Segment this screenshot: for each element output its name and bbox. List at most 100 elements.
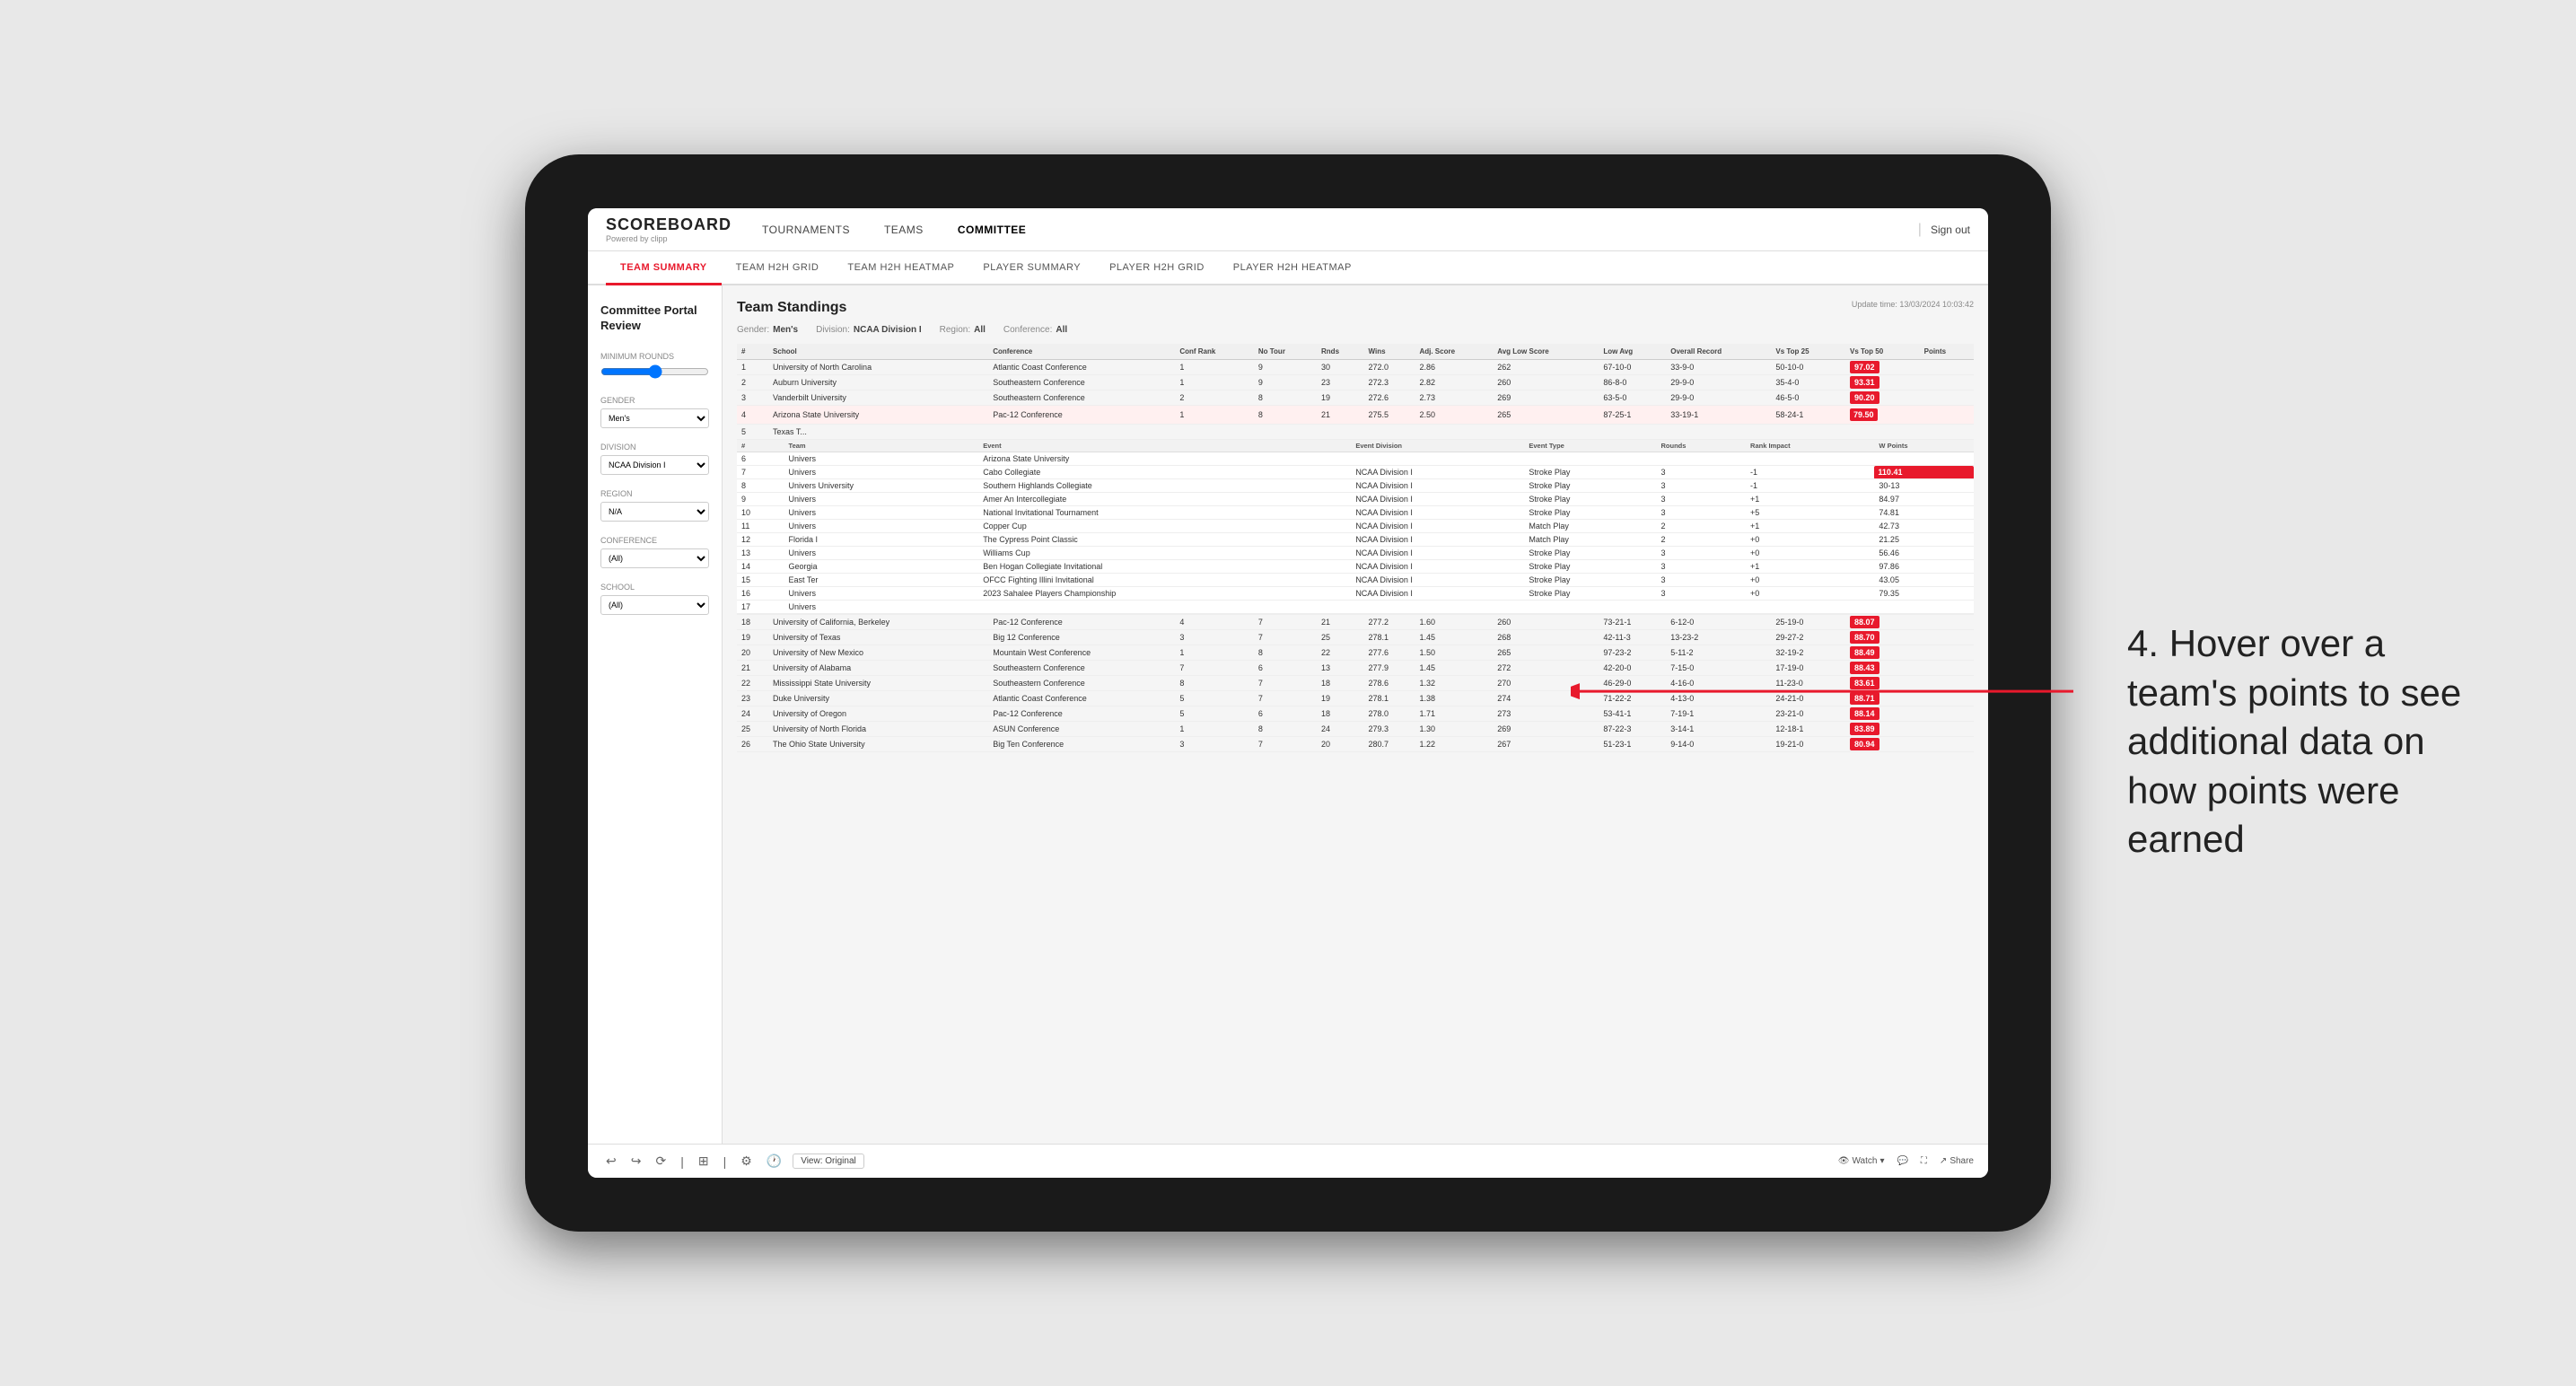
tab-player-h2h-grid[interactable]: PLAYER H2H GRID (1095, 251, 1219, 285)
col-no-tour: No Tour (1254, 344, 1317, 360)
points-badge[interactable]: 88.07 (1850, 616, 1879, 628)
annotation-text: 4. Hover over a team's points to see add… (2127, 619, 2468, 864)
table-row-highlighted[interactable]: 4 Arizona State University Pac-12 Confer… (737, 406, 1974, 425)
col-school: School (768, 344, 988, 360)
table-row[interactable]: 25University of North FloridaASUN Confer… (737, 722, 1974, 737)
points-badge[interactable]: 83.89 (1850, 723, 1879, 735)
sidebar-section-school: School (All) (600, 583, 709, 615)
share-icon: ↗ (1940, 1156, 1947, 1166)
filter-region: Region: All (940, 325, 986, 335)
col-adj-score: Adj. Score (1415, 344, 1493, 360)
redo-icon[interactable]: ↪ (627, 1152, 645, 1171)
tab-bar: TEAM SUMMARY TEAM H2H GRID TEAM H2H HEAT… (588, 251, 1988, 285)
inner-table-row[interactable]: 12Florida IThe Cypress Point ClassicNCAA… (737, 533, 1974, 547)
update-time: Update time: 13/03/2024 10:03:42 (1852, 300, 1974, 309)
col-overall: Overall Record (1666, 344, 1771, 360)
powered-by-text: Powered by clipp (606, 234, 732, 243)
sidebar-section-region: Region N/A (600, 489, 709, 522)
filter-division: Division: NCAA Division I (816, 325, 922, 335)
table-row[interactable]: 26The Ohio State UniversityBig Ten Confe… (737, 737, 1974, 752)
points-badge[interactable]: 93.31 (1850, 376, 1879, 389)
sidebar-label-conference: Conference (600, 536, 709, 545)
conference-select[interactable]: (All) (600, 548, 709, 568)
points-badge[interactable]: 88.70 (1850, 631, 1879, 644)
inner-table-row[interactable]: 7UniversCabo CollegiateNCAA Division ISt… (737, 466, 1974, 479)
points-badge[interactable]: 97.02 (1850, 361, 1879, 373)
settings-icon[interactable]: ⚙ (737, 1152, 756, 1171)
col-avg-low: Avg Low Score (1493, 344, 1599, 360)
sidebar-section-min-rounds: Minimum Rounds (600, 352, 709, 382)
tab-team-h2h-grid[interactable]: TEAM H2H GRID (722, 251, 834, 285)
tab-player-summary[interactable]: PLAYER SUMMARY (968, 251, 1095, 285)
filter-conference: Conference: All (1003, 325, 1067, 335)
report-header: Team Standings Update time: 13/03/2024 1… (737, 300, 1974, 316)
inner-table-row[interactable]: 10UniversNational Invitational Tournamen… (737, 506, 1974, 520)
table-row[interactable]: 2 Auburn University Southeastern Confere… (737, 375, 1974, 390)
col-conference: Conference (988, 344, 1175, 360)
separator-icon: | (677, 1153, 688, 1171)
report-title: Team Standings (737, 300, 846, 316)
gender-select[interactable]: Men's (600, 408, 709, 428)
sidebar-label-region: Region (600, 489, 709, 498)
points-badge-highlighted[interactable]: 79.50 (1850, 408, 1878, 421)
inner-table-row[interactable]: 11UniversCopper CupNCAA Division IMatch … (737, 520, 1974, 533)
nav-tournaments[interactable]: TOURNAMENTS (758, 224, 854, 236)
school-select[interactable]: (All) (600, 595, 709, 615)
sidebar-label-min-rounds: Minimum Rounds (600, 352, 709, 361)
table-row[interactable]: 3 Vanderbilt University Southeastern Con… (737, 390, 1974, 406)
nav-divider: | (1918, 222, 1922, 238)
division-select[interactable]: NCAA Division I (600, 455, 709, 475)
tab-team-h2h-heatmap[interactable]: TEAM H2H HEATMAP (833, 251, 968, 285)
col-points: Points (1920, 344, 1974, 360)
inner-table-row[interactable]: 16Univers2023 Sahalee Players Championsh… (737, 587, 1974, 601)
table-header-row: # School Conference Conf Rank No Tour Rn… (737, 344, 1974, 360)
table-row[interactable]: 19University of TexasBig 12 Conference37… (737, 630, 1974, 645)
sidebar-title: Committee Portal Review (600, 303, 709, 334)
copy-icon[interactable]: ⊞ (695, 1152, 713, 1171)
region-select[interactable]: N/A (600, 502, 709, 522)
inner-table-header: # Team Event Event Division Event Type R… (737, 440, 1974, 452)
inner-table-row[interactable]: 13UniversWilliams CupNCAA Division IStro… (737, 547, 1974, 560)
table-row[interactable]: 1 University of North Carolina Atlantic … (737, 360, 1974, 375)
bottom-bar: ↩ ↪ ⟳ | ⊞ | ⚙ 🕐 View: Original 👁 Watch ▾… (588, 1144, 1988, 1178)
col-vs50: Vs Top 50 (1845, 344, 1920, 360)
annotation-area: 4. Hover over a team's points to see add… (2127, 619, 2468, 864)
eye-icon: 👁 (1838, 1156, 1850, 1166)
view-original-button[interactable]: View: Original (793, 1154, 864, 1169)
nav-bar: SCOREBOARD Powered by clipp TOURNAMENTS … (588, 208, 1988, 251)
tab-team-summary[interactable]: TEAM SUMMARY (606, 251, 722, 285)
inner-table-row[interactable]: 15East TerOFCC Fighting Illini Invitatio… (737, 574, 1974, 587)
table-row[interactable]: 5 Texas T... (737, 425, 1974, 440)
inner-table-row[interactable]: 6UniversArizona State University (737, 452, 1974, 466)
comment-button[interactable]: 💬 (1897, 1156, 1907, 1166)
sidebar-label-division: Division (600, 443, 709, 452)
nav-teams[interactable]: TEAMS (881, 224, 927, 236)
logo-text: SCOREBOARD (606, 215, 732, 234)
separator2-icon: | (720, 1153, 731, 1171)
points-badge[interactable]: 90.20 (1850, 391, 1879, 404)
bottom-right-controls: 👁 Watch ▾ 💬 ⛶ ↗ Share (1838, 1156, 1974, 1166)
clock-icon[interactable]: 🕐 (763, 1152, 785, 1171)
inner-table-row[interactable]: 8Univers UniversitySouthern Highlands Co… (737, 479, 1974, 493)
share-button[interactable]: ↗ Share (1940, 1156, 1974, 1166)
refresh-icon[interactable]: ⟳ (652, 1152, 670, 1171)
inner-table-row[interactable]: 9UniversAmer An IntercollegiateNCAA Divi… (737, 493, 1974, 506)
undo-icon[interactable]: ↩ (602, 1152, 620, 1171)
table-row[interactable]: 20University of New MexicoMountain West … (737, 645, 1974, 661)
inner-table-row[interactable]: 17Univers (737, 601, 1974, 614)
sidebar-section-gender: Gender Men's (600, 396, 709, 428)
expand-button[interactable]: ⛶ (1921, 1156, 1927, 1166)
min-rounds-slider[interactable] (600, 364, 709, 379)
expanded-inner-table: # Team Event Event Division Event Type R… (737, 440, 1974, 614)
nav-committee[interactable]: COMMITTEE (954, 224, 1030, 236)
points-badge[interactable]: 88.49 (1850, 646, 1879, 659)
sign-out-link[interactable]: Sign out (1931, 224, 1970, 236)
table-row[interactable]: 18University of California, BerkeleyPac-… (737, 615, 1974, 630)
col-rank: # (737, 344, 768, 360)
inner-table-row[interactable]: 14GeorgiaBen Hogan Collegiate Invitation… (737, 560, 1974, 574)
col-rnds: Rnds (1317, 344, 1364, 360)
watch-button[interactable]: 👁 Watch ▾ (1838, 1156, 1885, 1166)
tab-player-h2h-heatmap[interactable]: PLAYER H2H HEATMAP (1219, 251, 1366, 285)
points-badge[interactable]: 80.94 (1850, 738, 1879, 750)
col-conf-rank: Conf Rank (1175, 344, 1254, 360)
